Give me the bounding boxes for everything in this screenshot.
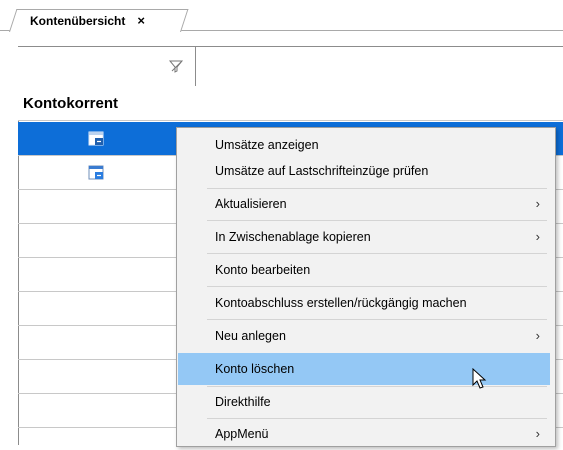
menu-item-konto-bearbeiten[interactable]: Konto bearbeiten xyxy=(178,254,550,286)
menu-item-zwischenablage-kopieren[interactable]: In Zwischenablage kopieren › xyxy=(178,221,550,253)
chevron-right-icon: › xyxy=(535,426,540,441)
context-menu: Umsätze anzeigen Umsätze auf Lastschrift… xyxy=(176,127,556,447)
chevron-right-icon: › xyxy=(535,328,540,343)
tab-label[interactable]: Kontenübersicht xyxy=(30,11,125,31)
filter-row xyxy=(18,46,563,87)
mouse-cursor-icon xyxy=(472,368,487,389)
chevron-right-icon: › xyxy=(535,196,540,211)
menu-item-konto-loeschen[interactable]: Konto löschen xyxy=(178,353,550,385)
filter-icon[interactable] xyxy=(168,58,184,74)
account-icon xyxy=(88,165,104,180)
account-icon xyxy=(88,131,104,146)
menu-item-direkthilfe[interactable]: Direkthilfe xyxy=(178,386,550,418)
menu-item-neu-anlegen[interactable]: Neu anlegen › xyxy=(178,320,550,352)
menu-item-kontoabschluss[interactable]: Kontoabschluss erstellen/rückgängig mach… xyxy=(178,287,550,319)
menu-item-label: In Zwischenablage kopieren xyxy=(215,230,371,244)
filter-cell[interactable] xyxy=(18,47,196,86)
menu-item-label: AppMenü xyxy=(215,427,269,441)
tab-close-button[interactable]: × xyxy=(137,11,145,31)
menu-item-aktualisieren[interactable]: Aktualisieren › xyxy=(178,188,550,220)
group-header-kontokorrent: Kontokorrent xyxy=(18,86,563,121)
tab-strip: Kontenübersicht × xyxy=(0,0,563,32)
menu-item-label: Aktualisieren xyxy=(215,197,287,211)
menu-item-umsaetze-pruefen[interactable]: Umsätze auf Lastschrifteinzüge prüfen xyxy=(178,155,550,187)
menu-item-appmenue[interactable]: AppMenü › xyxy=(178,418,550,450)
menu-item-label: Neu anlegen xyxy=(215,329,286,343)
tab-content: Kontenübersicht × xyxy=(30,11,145,31)
chevron-right-icon: › xyxy=(535,229,540,244)
